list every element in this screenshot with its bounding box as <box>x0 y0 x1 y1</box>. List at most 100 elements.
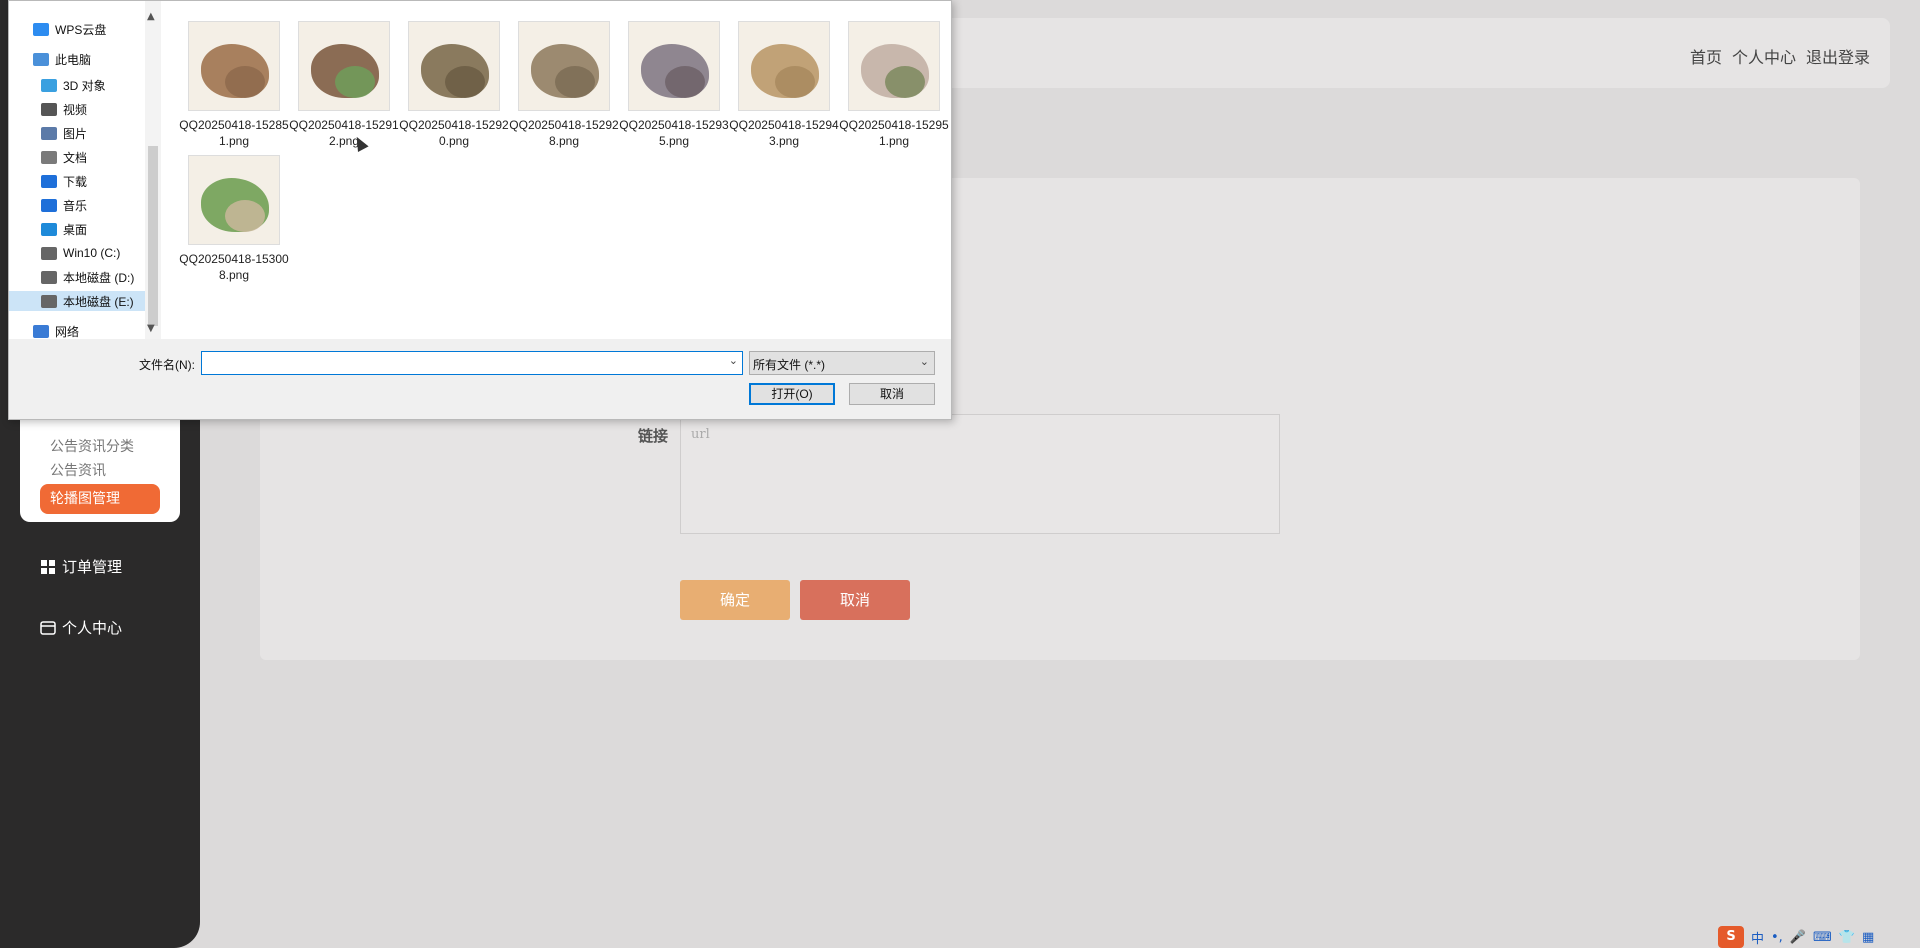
nav-item-label: 视频 <box>63 102 88 117</box>
nav-item[interactable]: 下载 <box>41 171 87 191</box>
nav-item-label: 此电脑 <box>55 52 92 67</box>
file-list: QQ20250418-152851.png QQ20250418-152912.p… <box>161 1 951 339</box>
download-icon <box>41 174 57 188</box>
nav-item-label: 图片 <box>63 126 88 141</box>
link-label: 链接 <box>638 427 669 445</box>
nav-item-label: 文档 <box>63 150 88 165</box>
filename-label: 文件名(N): <box>139 358 195 372</box>
nav-item-label: 本地磁盘 (D:) <box>63 270 135 285</box>
nav-item[interactable]: 图片 <box>41 123 87 143</box>
scroll-up-icon[interactable]: ▲ <box>147 11 155 22</box>
file-type-value: 所有文件 (*.*) <box>753 358 826 372</box>
cloud-icon <box>33 22 49 36</box>
microphone-icon[interactable]: 🎤 <box>1790 930 1806 945</box>
file-thumbnail <box>188 21 280 111</box>
open-button[interactable]: 打开(O) <box>749 383 835 405</box>
logout-link[interactable]: 退出登录 <box>1806 44 1870 68</box>
filename-input[interactable]: ⌄ <box>201 351 743 375</box>
nav-profile[interactable]: 个人中心 <box>40 617 122 638</box>
punctuation-icon[interactable]: •, <box>1771 930 1783 945</box>
drive-icon <box>41 246 57 260</box>
profile-link[interactable]: 个人中心 <box>1732 44 1796 68</box>
scrollbar-thumb[interactable] <box>148 146 158 326</box>
file-name: QQ20250418-152935.png <box>619 118 729 148</box>
computer-icon <box>33 52 49 66</box>
navigation-pane: WPS云盘此电脑 3D 对象视频图片文档下载音乐桌面 Win10 (C:) 本地磁盘 … <box>9 1 161 339</box>
video-icon <box>41 102 57 116</box>
ime-mode-label[interactable]: 中 <box>1751 928 1764 947</box>
nav-item[interactable]: 本地磁盘 (D:) <box>41 267 134 287</box>
file-name: QQ20250418-152928.png <box>509 118 619 148</box>
top-bar: 首页 个人中心 退出登录 <box>940 18 1890 88</box>
file-item[interactable]: QQ20250418-152951.png <box>839 21 949 149</box>
nav-orders[interactable]: 订单管理 <box>40 556 122 577</box>
drive-icon <box>41 270 57 284</box>
keyboard-icon[interactable]: ⌨ <box>1813 930 1832 945</box>
nav-item[interactable]: 3D 对象 <box>41 75 106 95</box>
submenu-item-notice[interactable]: 公告资讯 <box>50 460 106 480</box>
nav-item[interactable]: 文档 <box>41 147 87 167</box>
confirm-button[interactable]: 确定 <box>680 580 790 620</box>
nav-item-label: 3D 对象 <box>63 78 106 93</box>
dialog-bottom-bar: 文件名(N): ⌄ 所有文件 (*.*) ⌄ 打开(O) 取消 <box>9 339 951 419</box>
drive-icon <box>41 294 57 308</box>
submenu-item-carousel[interactable]: 轮播图管理 <box>40 484 160 514</box>
nav-item[interactable]: Win10 (C:) <box>41 243 120 263</box>
skin-icon[interactable]: 👕 <box>1839 930 1855 945</box>
nav-profile-label: 个人中心 <box>62 619 123 637</box>
file-name: QQ20250418-152912.png <box>289 118 399 148</box>
music-icon <box>41 198 57 212</box>
system-tray: S 中 •, 🎤 ⌨ 👕 ▦ <box>1718 926 1874 948</box>
home-link[interactable]: 首页 <box>1690 44 1722 68</box>
file-thumbnail <box>408 21 500 111</box>
file-name: QQ20250418-152851.png <box>179 118 289 148</box>
file-thumbnail <box>848 21 940 111</box>
file-item[interactable]: QQ20250418-152935.png <box>619 21 729 149</box>
cancel-button[interactable]: 取消 <box>800 580 910 620</box>
submenu-item-notice-category[interactable]: 公告资讯分类 <box>50 436 134 456</box>
scroll-down-icon[interactable]: ▼ <box>147 323 155 334</box>
file-thumbnail <box>188 155 280 245</box>
nav-item[interactable]: 桌面 <box>41 219 87 239</box>
file-name: QQ20250418-152943.png <box>729 118 839 148</box>
file-item[interactable]: QQ20250418-152851.png <box>179 21 289 149</box>
file-name: QQ20250418-152920.png <box>399 118 509 148</box>
nav-item-label: 下载 <box>63 174 88 189</box>
nav-item[interactable]: 网络 <box>33 321 79 341</box>
url-textarea[interactable]: url <box>680 414 1280 534</box>
network-icon <box>33 324 49 338</box>
file-open-dialog: WPS云盘此电脑 3D 对象视频图片文档下载音乐桌面 Win10 (C:) 本地磁盘 … <box>8 0 952 420</box>
file-name: QQ20250418-153008.png <box>179 252 289 282</box>
file-name: QQ20250418-152951.png <box>839 118 949 148</box>
file-item[interactable]: QQ20250418-153008.png <box>179 155 289 283</box>
file-item[interactable]: QQ20250418-152928.png <box>509 21 619 149</box>
nav-item[interactable]: WPS云盘 <box>33 19 106 39</box>
toolbox-icon[interactable]: ▦ <box>1862 930 1874 945</box>
chevron-down-icon[interactable]: ⌄ <box>729 354 738 367</box>
file-item[interactable]: QQ20250418-152912.png <box>289 21 399 149</box>
submenu-panel: 公告资讯分类 公告资讯 轮播图管理 <box>20 418 180 522</box>
desktop-icon <box>41 222 57 236</box>
picture-icon <box>41 126 57 140</box>
file-type-select[interactable]: 所有文件 (*.*) ⌄ <box>749 351 935 375</box>
chevron-down-icon[interactable]: ⌄ <box>920 355 929 368</box>
cube-icon <box>41 78 57 92</box>
nav-orders-label: 订单管理 <box>62 558 123 576</box>
nav-item[interactable]: 音乐 <box>41 195 87 215</box>
dialog-cancel-button[interactable]: 取消 <box>849 383 935 405</box>
card-icon <box>40 620 56 635</box>
grid-icon <box>41 559 55 574</box>
nav-item-label: WPS云盘 <box>55 22 107 37</box>
file-item[interactable]: QQ20250418-152943.png <box>729 21 839 149</box>
nav-item-label: Win10 (C:) <box>63 246 121 260</box>
nav-item-label: 网络 <box>55 324 80 339</box>
ime-logo-icon[interactable]: S <box>1718 926 1744 948</box>
nav-item[interactable]: 视频 <box>41 99 87 119</box>
nav-item[interactable]: 本地磁盘 (E:) <box>9 291 145 311</box>
file-item[interactable]: QQ20250418-152920.png <box>399 21 509 149</box>
nav-item-label: 音乐 <box>63 198 88 213</box>
nav-item[interactable]: 此电脑 <box>33 49 91 69</box>
file-thumbnail <box>518 21 610 111</box>
nav-scrollbar[interactable]: ▲ ▼ <box>145 1 161 339</box>
document-icon <box>41 150 57 164</box>
